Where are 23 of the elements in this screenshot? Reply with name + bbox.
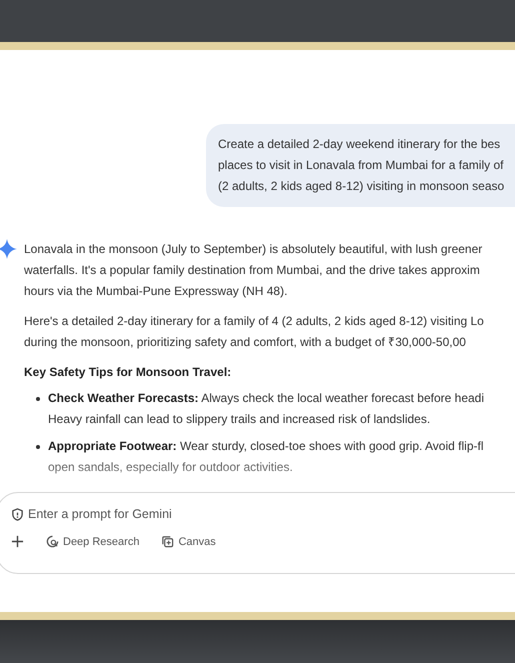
message-line: (2 adults, 2 kids aged 8-12) visiting in monsoon seaso — [218, 178, 506, 195]
response-line: during the monsoon, prioritizing safety and comfort, with a budget of ₹30,000-50,00 — [24, 334, 467, 351]
research-icon — [46, 535, 59, 548]
response-line: waterfalls. It's a popular family destination from Mumbai, and the drive takes approxim — [24, 262, 481, 279]
bullet-dot — [36, 397, 40, 401]
message-line: places to visit in Lonavala from Mumbai for a family of — [218, 157, 504, 174]
tool-button[interactable]: Deep Research — [46, 535, 140, 548]
section-heading: Key Safety Tips for Monsoon Travel: — [24, 364, 232, 381]
bullet-line: Heavy rainfall can lead to slippery trails and increased risk of landslides. — [48, 411, 432, 428]
prompt-field[interactable]: Enter a prompt for Gemini — [28, 507, 278, 521]
response-line: Lonavala in the monsoon (July to September) is absolutely beautiful, with lush greener — [24, 241, 484, 258]
response-line: hours via the Mumbai-Pune Expressway (NH 48). — [24, 283, 288, 300]
sparkle-icon — [0, 239, 17, 259]
message-line: Create a detailed 2-day weekend itinerary for the bes — [218, 136, 502, 153]
bullet-dot — [36, 445, 40, 449]
shield-icon — [11, 508, 24, 520]
bullet-line: Appropriate Footwear: Wear sturdy, closed-toe shoes with good grip. Avoid flip-fl — [48, 438, 484, 455]
bullet-line: Check Weather Forecasts: Always check the local weather forecast before headi — [48, 390, 484, 407]
add-button[interactable] — [11, 535, 24, 548]
response-line: Here's a detailed 2-day itinerary for a family of 4 (2 adults, 2 kids aged 8-12) visiting Lo — [24, 313, 485, 330]
canvas-icon — [161, 535, 174, 548]
tool-button[interactable]: Canvas — [161, 535, 216, 548]
bullet-line: open sandals, especially for outdoor activities. — [48, 459, 294, 476]
